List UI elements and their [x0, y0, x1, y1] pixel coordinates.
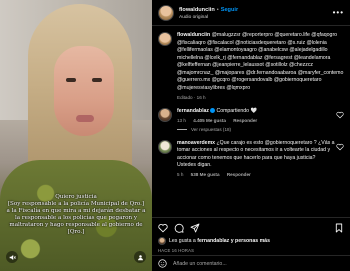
- comment-avatar[interactable]: [158, 139, 172, 154]
- caption-username[interactable]: flowaldunciin: [177, 32, 210, 38]
- caption-text: @malugzzsr @reporterpro @queretaro.life …: [177, 32, 344, 91]
- mute-button[interactable]: [6, 251, 18, 263]
- speaker-muted-icon: [9, 254, 16, 260]
- comment-icon[interactable]: [174, 223, 184, 233]
- video-subject-lips: [76, 115, 94, 122]
- author-username[interactable]: flowaldunciin: [179, 7, 215, 13]
- comment-username[interactable]: manoaverdemx: [177, 140, 215, 146]
- video-player[interactable]: Quiero justicia [Soy responsable a la po…: [0, 0, 152, 271]
- post-header: flowaldunciin • Seguir Audio original •••: [152, 0, 350, 26]
- follow-button[interactable]: Seguir: [221, 7, 238, 13]
- caption-avatar[interactable]: [158, 32, 172, 46]
- user-tag-icon: [137, 254, 143, 260]
- comment-age: 5 h: [177, 171, 184, 177]
- comment-like-icon[interactable]: [336, 111, 344, 119]
- comment-likes[interactable]: 4.405 Me gusta: [193, 118, 226, 123]
- liker-avatar: [158, 237, 166, 245]
- comments-scroll-area[interactable]: flowaldunciin @malugzzsr @reporterpro @q…: [152, 27, 350, 217]
- comment-input[interactable]: Añade un comentario...: [173, 261, 227, 267]
- video-subject-eye: [92, 78, 102, 82]
- likes-suffix[interactable]: y personas más: [231, 238, 270, 244]
- comment-age: 13 h: [177, 117, 186, 123]
- add-comment-bar: Añade un comentario...: [152, 255, 350, 271]
- comment-item: manoaverdemx ¿Que carajo es esto @gobier…: [158, 139, 344, 177]
- comment-text: Compartiendo 🤍: [216, 108, 257, 114]
- comment-like-icon[interactable]: [336, 143, 344, 151]
- caption-meta: Editado · 16 h: [177, 95, 206, 100]
- likes-summary[interactable]: Les gusta a fernandablaz y personas más: [158, 237, 344, 245]
- post-actions: Les gusta a fernandablaz y personas más …: [152, 217, 350, 253]
- heart-icon[interactable]: [158, 223, 168, 233]
- bookmark-icon[interactable]: [334, 223, 344, 233]
- reply-button[interactable]: Responder: [233, 118, 257, 123]
- replies-divider: [177, 128, 187, 130]
- comment-username[interactable]: fernandablaz: [177, 108, 209, 114]
- post-side-panel: flowaldunciin • Seguir Audio original ••• …: [152, 0, 350, 271]
- likes-prefix: Les gusta a: [169, 238, 196, 244]
- view-replies-label: Ver respuestas (18): [191, 126, 232, 132]
- video-subject-face: [54, 46, 114, 136]
- post-caption: flowaldunciin @malugzzsr @reporterpro @q…: [158, 32, 344, 100]
- comment-item: fernandablaz Compartiendo 🤍 13 h 4.405 M…: [158, 108, 344, 123]
- comment-avatar[interactable]: [158, 108, 172, 122]
- tags-button[interactable]: [134, 251, 146, 263]
- author-avatar[interactable]: [158, 4, 174, 21]
- reply-button[interactable]: Responder: [227, 172, 251, 177]
- emoji-icon[interactable]: [158, 259, 167, 268]
- video-subtitle: Quiero justicia [Soy responsable a la po…: [6, 194, 146, 235]
- header-separator: •: [216, 7, 219, 13]
- audio-label[interactable]: Audio original: [179, 14, 238, 22]
- view-replies-button[interactable]: Ver respuestas (18): [177, 127, 344, 132]
- more-options-icon[interactable]: •••: [333, 8, 344, 17]
- comment-likes[interactable]: 538 Me gusta: [191, 172, 220, 177]
- post-date: HACE 16 HORAS: [158, 248, 195, 253]
- share-icon[interactable]: [190, 223, 200, 233]
- verified-badge-icon: [210, 108, 215, 114]
- video-subject-eye: [66, 78, 76, 82]
- likes-user[interactable]: fernandablaz: [197, 238, 229, 244]
